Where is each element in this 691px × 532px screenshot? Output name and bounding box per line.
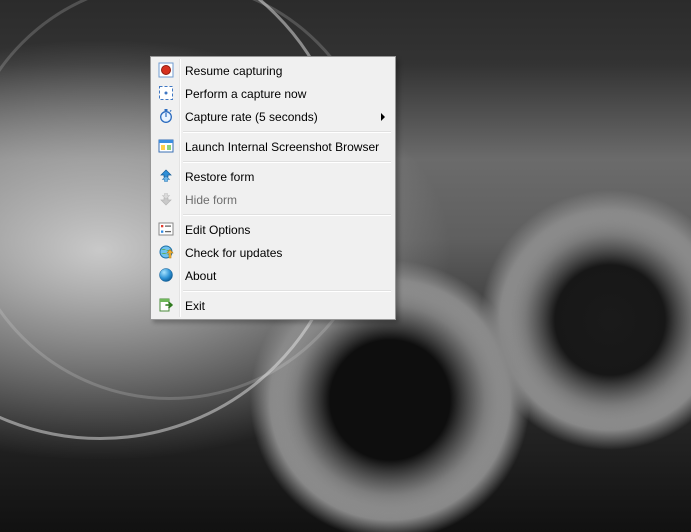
menu-item-hide-form: Hide form <box>153 188 393 211</box>
menu-item-exit[interactable]: Exit <box>153 294 393 317</box>
menu-item-launch-screenshot-browser[interactable]: Launch Internal Screenshot Browser <box>153 135 393 158</box>
browser-window-icon <box>158 138 174 154</box>
record-icon <box>158 62 174 78</box>
exit-icon <box>158 297 174 313</box>
about-icon <box>158 267 174 283</box>
menu-item-label: Capture rate (5 seconds) <box>185 110 318 124</box>
menu-separator <box>153 287 393 294</box>
globe-update-icon <box>158 244 174 260</box>
menu-item-label: Launch Internal Screenshot Browser <box>185 140 379 154</box>
menu-item-label: Hide form <box>185 193 237 207</box>
menu-item-label: About <box>185 269 216 283</box>
menu-item-check-for-updates[interactable]: Check for updates <box>153 241 393 264</box>
menu-item-label: Resume capturing <box>185 64 282 78</box>
menu-separator <box>153 211 393 218</box>
menu-separator <box>153 158 393 165</box>
menu-item-label: Restore form <box>185 170 254 184</box>
menu-item-perform-capture-now[interactable]: Perform a capture now <box>153 82 393 105</box>
menu-item-label: Exit <box>185 299 205 313</box>
menu-item-resume-capturing[interactable]: Resume capturing <box>153 59 393 82</box>
restore-up-icon <box>158 168 174 184</box>
desktop-wallpaper: Resume capturing Perform a capture now <box>0 0 691 532</box>
menu-item-about[interactable]: About <box>153 264 393 287</box>
options-list-icon <box>158 221 174 237</box>
menu-item-capture-rate[interactable]: Capture rate (5 seconds) <box>153 105 393 128</box>
menu-item-restore-form[interactable]: Restore form <box>153 165 393 188</box>
capture-target-icon <box>158 85 174 101</box>
context-menu: Resume capturing Perform a capture now <box>150 56 396 320</box>
menu-item-label: Check for updates <box>185 246 282 260</box>
stopwatch-icon <box>158 108 174 124</box>
menu-separator <box>153 128 393 135</box>
menu-item-label: Perform a capture now <box>185 87 306 101</box>
hide-down-icon <box>158 191 174 207</box>
menu-item-edit-options[interactable]: Edit Options <box>153 218 393 241</box>
menu-item-label: Edit Options <box>185 223 250 237</box>
